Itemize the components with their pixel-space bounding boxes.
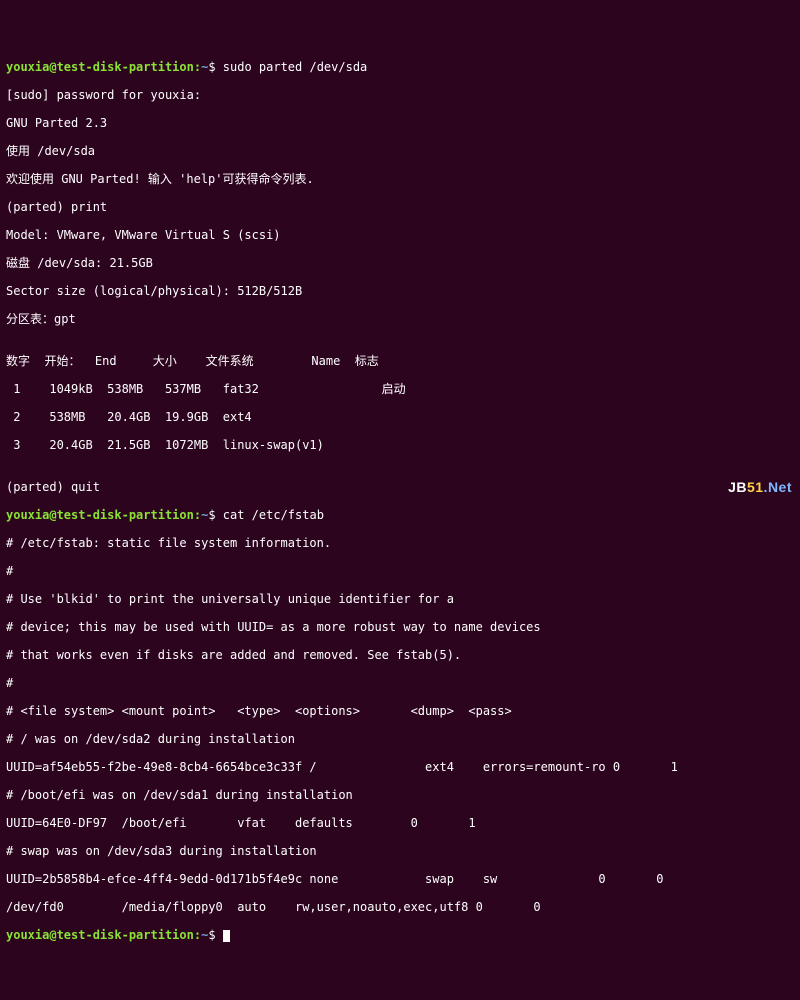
- sudo-password-line: [sudo] password for youxia:: [6, 88, 794, 102]
- fstab-line: #: [6, 676, 794, 690]
- fstab-line: # <file system> <mount point> <type> <op…: [6, 704, 794, 718]
- fstab-line: UUID=af54eb55-f2be-49e8-8cb4-6654bce3c33…: [6, 760, 794, 774]
- fstab-line: # that works even if disks are added and…: [6, 648, 794, 662]
- fstab-line: # / was on /dev/sda2 during installation: [6, 732, 794, 746]
- cursor-icon: [223, 930, 230, 942]
- watermark: JB51.Net: [728, 480, 792, 494]
- disk-line: 磁盘 /dev/sda: 21.5GB: [6, 256, 794, 270]
- partition-row: 3 20.4GB 21.5GB 1072MB linux-swap(v1): [6, 438, 794, 452]
- fstab-line: UUID=64E0-DF97 /boot/efi vfat defaults 0…: [6, 816, 794, 830]
- fstab-line: # /etc/fstab: static file system informa…: [6, 536, 794, 550]
- parted-quit: (parted) quit: [6, 480, 794, 494]
- fstab-line: # /boot/efi was on /dev/sda1 during inst…: [6, 788, 794, 802]
- command-cat-fstab: cat /etc/fstab: [223, 508, 324, 522]
- parted-welcome: 欢迎使用 GNU Parted! 输入 'help'可获得命令列表.: [6, 172, 794, 186]
- prompt-line-2: youxia@test-disk-partition:~$ cat /etc/f…: [6, 508, 794, 522]
- fstab-line: # device; this may be used with UUID= as…: [6, 620, 794, 634]
- parted-using: 使用 /dev/sda: [6, 144, 794, 158]
- prompt-line-3[interactable]: youxia@test-disk-partition:~$: [6, 928, 794, 942]
- fstab-line: #: [6, 564, 794, 578]
- sector-line: Sector size (logical/physical): 512B/512…: [6, 284, 794, 298]
- partition-row: 2 538MB 20.4GB 19.9GB ext4: [6, 410, 794, 424]
- prompt-userhost: youxia@test-disk-partition: [6, 60, 194, 74]
- partition-header: 数字 开始： End 大小 文件系统 Name 标志: [6, 354, 794, 368]
- partition-row: 1 1049kB 538MB 537MB fat32 启动: [6, 382, 794, 396]
- command-parted: sudo parted /dev/sda: [223, 60, 368, 74]
- fstab-line: UUID=2b5858b4-efce-4ff4-9edd-0d171b5f4e9…: [6, 872, 794, 886]
- parted-banner: GNU Parted 2.3: [6, 116, 794, 130]
- prompt-line-1: youxia@test-disk-partition:~$ sudo parte…: [6, 60, 794, 74]
- model-line: Model: VMware, VMware Virtual S (scsi): [6, 228, 794, 242]
- fstab-line: # Use 'blkid' to print the universally u…: [6, 592, 794, 606]
- parted-print: (parted) print: [6, 200, 794, 214]
- fstab-line: # swap was on /dev/sda3 during installat…: [6, 844, 794, 858]
- part-table-type: 分区表：gpt: [6, 312, 794, 326]
- fstab-line: /dev/fd0 /media/floppy0 auto rw,user,noa…: [6, 900, 794, 914]
